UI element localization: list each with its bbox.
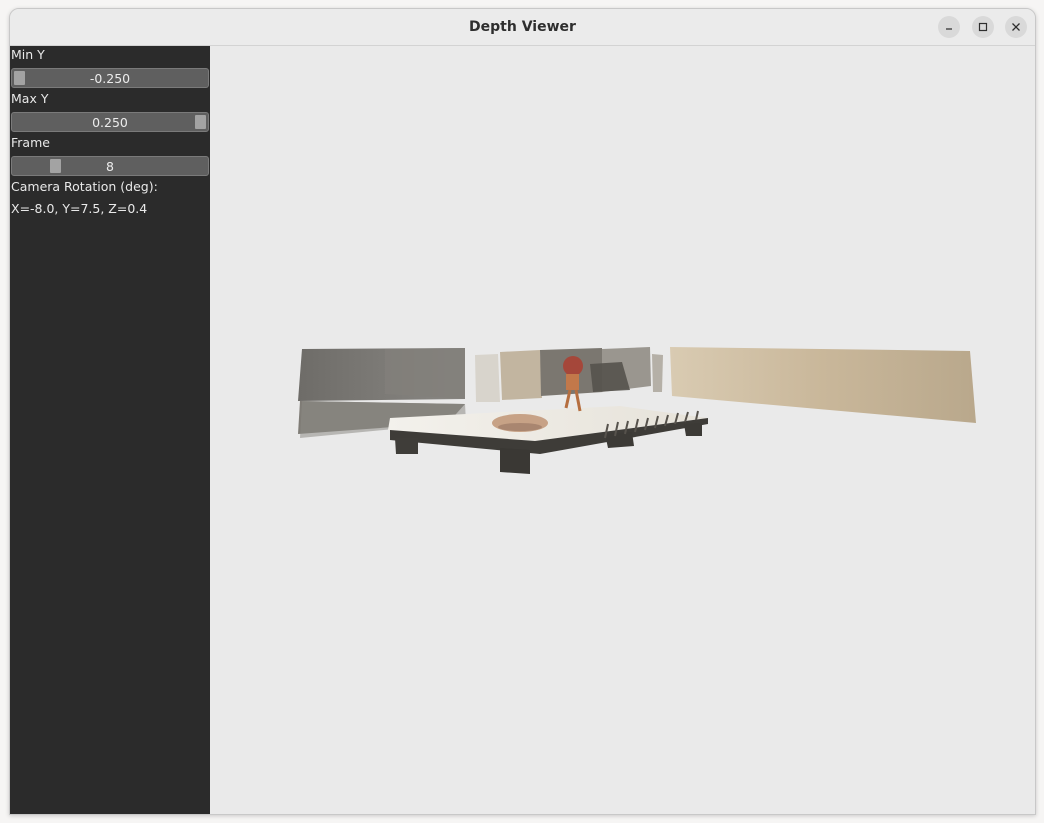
control-panel: Min Y -0.250 Max Y 0.250 Frame 8 Camera … — [10, 46, 210, 814]
figure-head — [563, 356, 583, 376]
max-y-label: Max Y — [11, 91, 49, 106]
table-leg-center — [500, 448, 530, 474]
min-y-label: Min Y — [11, 47, 45, 62]
frame-value: 8 — [106, 159, 114, 174]
frame-label: Frame — [11, 135, 50, 150]
title-bar[interactable]: Depth Viewer — [10, 9, 1035, 46]
maximize-icon — [978, 22, 988, 32]
minimize-icon — [944, 22, 954, 32]
minimize-button[interactable] — [938, 16, 960, 38]
max-y-slider[interactable]: 0.250 — [11, 112, 209, 132]
right-beige-wall — [670, 347, 976, 423]
left-wall-inner — [385, 348, 465, 399]
min-y-value: -0.250 — [89, 71, 131, 86]
max-y-value: 0.250 — [92, 115, 128, 130]
close-icon — [1011, 22, 1021, 32]
3d-viewport[interactable] — [210, 46, 1035, 814]
depth-viewer-window: Depth Viewer Min Y -0.250 Max Y 0.250 Fr… — [9, 8, 1036, 815]
table-leg-far-right — [684, 423, 702, 436]
table-leg-left — [395, 438, 418, 454]
close-button[interactable] — [1005, 16, 1027, 38]
figure-body — [566, 374, 579, 390]
camera-rotation-label: Camera Rotation (deg): — [11, 179, 158, 194]
window-title: Depth Viewer — [469, 19, 576, 35]
camera-rotation-value: X=-8.0, Y=7.5, Z=0.4 — [11, 201, 148, 216]
table-leg-right — [605, 432, 634, 448]
small-grey-block — [652, 354, 663, 392]
min-y-slider[interactable]: -0.250 — [11, 68, 209, 88]
center-panel-beige — [500, 350, 542, 400]
maximize-button[interactable] — [972, 16, 994, 38]
frame-slider[interactable]: 8 — [11, 156, 209, 176]
point-cloud-render — [298, 347, 976, 474]
bowl-shadow — [498, 423, 542, 431]
center-panel-light — [475, 354, 500, 402]
